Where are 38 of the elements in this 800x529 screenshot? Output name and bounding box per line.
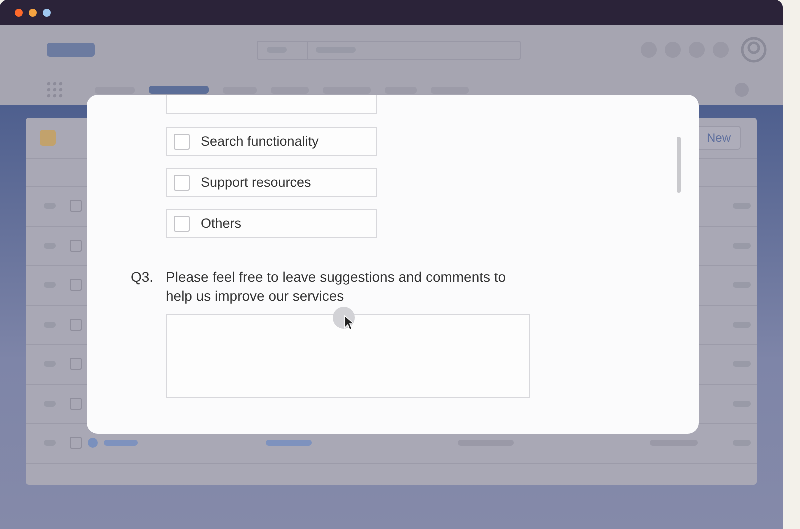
logo-placeholder <box>47 43 95 57</box>
maximize-icon[interactable] <box>43 8 51 16</box>
checkbox-option[interactable] <box>166 95 377 114</box>
nav-tab[interactable] <box>323 86 371 94</box>
text-placeholder <box>104 440 138 446</box>
apps-grid-icon[interactable] <box>47 82 63 98</box>
checkbox-option[interactable]: Others <box>166 209 377 238</box>
answer-box[interactable] <box>166 314 530 398</box>
nav-tab[interactable] <box>95 86 135 94</box>
row-checkbox[interactable] <box>70 279 82 292</box>
nav-tab[interactable] <box>271 86 309 94</box>
option-label: Search functionality <box>201 134 319 149</box>
row-checkbox[interactable] <box>70 437 82 450</box>
question-number: Q3. <box>131 268 155 287</box>
app-icon <box>40 130 56 146</box>
row-checkbox[interactable] <box>70 240 82 252</box>
checkbox-option[interactable]: Search functionality <box>166 127 377 156</box>
nav-tab[interactable] <box>431 86 469 94</box>
option-label: Others <box>201 216 242 231</box>
option-label: Support resources <box>201 175 312 190</box>
row-checkbox[interactable] <box>70 318 82 331</box>
close-icon[interactable] <box>15 8 23 16</box>
question-text: Please feel free to leave suggestions and comments to help us improve our services <box>166 268 508 306</box>
minimize-icon[interactable] <box>29 8 37 16</box>
checkbox-option[interactable]: Support resources <box>166 168 377 197</box>
checkbox[interactable] <box>174 216 190 232</box>
checkbox[interactable] <box>174 174 190 190</box>
scrollbar-thumb[interactable] <box>677 137 681 193</box>
nav-tab[interactable] <box>223 86 257 94</box>
row-checkbox[interactable] <box>70 398 82 410</box>
checkbox[interactable] <box>174 134 190 150</box>
status-dot-icon <box>88 438 98 448</box>
row-checkbox[interactable] <box>70 200 82 212</box>
avatar-icon[interactable] <box>741 37 767 63</box>
nav-tab[interactable] <box>385 86 417 94</box>
nav-tab[interactable] <box>149 86 209 94</box>
row-checkbox[interactable] <box>70 358 82 370</box>
text-placeholder <box>266 440 312 446</box>
